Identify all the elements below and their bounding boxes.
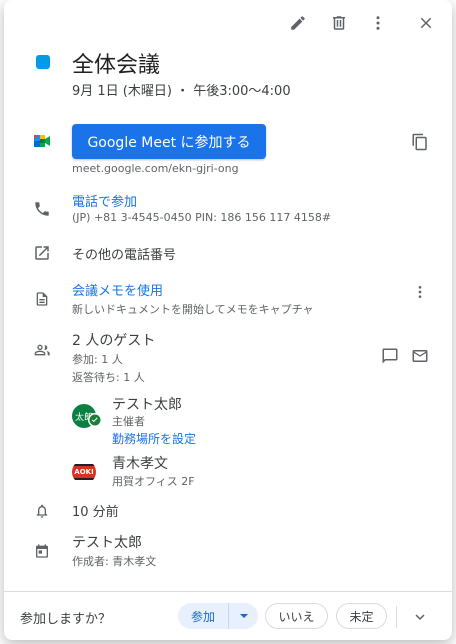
event-detail-card: 全体会議 9月 1日 (木曜日) ・ 午後3:00～4:00 Google Me… (4, 0, 452, 640)
chevron-down-icon (415, 614, 425, 620)
open-in-new-icon (30, 241, 54, 265)
accepted-check-icon (88, 413, 102, 427)
meet-link-text[interactable]: meet.google.com/ekn-gjri-ong (72, 162, 239, 175)
copy-icon (412, 133, 427, 151)
join-by-phone-link[interactable]: 電話で参加 (72, 191, 137, 210)
event-color-swatch (36, 55, 50, 69)
expand-rsvp-button[interactable] (406, 603, 434, 631)
google-meet-icon (30, 129, 54, 153)
avatar-initials: AOKI (74, 468, 94, 476)
use-meeting-notes-link[interactable]: 会議メモを使用 (72, 280, 163, 299)
guest-name: テスト太郎 (112, 397, 182, 413)
calendar-name: テスト太郎 (72, 535, 142, 551)
mail-icon (412, 350, 428, 362)
close-icon (420, 17, 432, 29)
phone-icon (30, 197, 54, 221)
more-vert-icon (376, 16, 380, 30)
document-icon (30, 287, 54, 311)
more-options-button[interactable] (364, 9, 392, 37)
people-icon (30, 338, 54, 362)
chat-with-guests-button[interactable] (376, 342, 404, 370)
trash-icon (333, 16, 345, 30)
rsvp-options-dropdown[interactable] (229, 603, 258, 629)
event-creator: 作成者: 青木孝文 (72, 555, 157, 568)
notes-more-button[interactable] (406, 278, 434, 306)
aoki-logo: AOKI (72, 464, 96, 480)
rsvp-no-button[interactable]: いいえ (265, 603, 328, 629)
bell-icon (30, 499, 54, 523)
rsvp-yes-split-button: 参加 (178, 603, 258, 629)
footer-divider (4, 591, 452, 592)
copy-meet-link-button[interactable] (406, 128, 434, 156)
pencil-icon (291, 16, 305, 30)
event-datetime: 9月 1日 (木曜日) ・ 午後3:00～4:00 (72, 84, 291, 99)
join-meet-button[interactable]: Google Meet に参加する (72, 124, 266, 159)
rsvp-yes-button[interactable]: 参加 (178, 603, 228, 629)
rsvp-question: 参加しますか？ (20, 612, 112, 627)
caret-down-icon (239, 614, 248, 618)
guests-awaiting: 返答待ち: 1 人 (72, 371, 145, 384)
guests-attending: 参加: 1 人 (72, 353, 123, 366)
guest-count: 2 人のゲスト (72, 333, 156, 349)
phone-number-pin: (JP) +81 3-4545-0450 PIN: 186 156 117 41… (72, 211, 332, 224)
chat-icon (382, 348, 398, 364)
guest-avatar: AOKI (72, 460, 96, 484)
footer-separator (396, 606, 397, 628)
edit-button[interactable] (284, 9, 312, 37)
calendar-icon (30, 539, 54, 563)
reminder-text: 10 分前 (72, 505, 119, 520)
guest-location: 用賀オフィス 2F (112, 475, 195, 488)
guest-role: 主催者 (112, 415, 145, 428)
guest-name: 青木孝文 (112, 456, 168, 472)
more-vert-icon (418, 286, 422, 298)
close-button[interactable] (412, 9, 440, 37)
email-guests-button[interactable] (406, 342, 434, 370)
delete-button[interactable] (325, 9, 353, 37)
rsvp-maybe-button[interactable]: 未定 (336, 603, 387, 629)
meeting-notes-description: 新しいドキュメントを開始してメモをキャプチャ (72, 303, 314, 316)
set-work-location-link[interactable]: 勤務場所を設定 (112, 430, 196, 447)
event-title: 全体会議 (72, 53, 161, 78)
more-phone-numbers-link[interactable]: その他の電話番号 (72, 244, 176, 263)
